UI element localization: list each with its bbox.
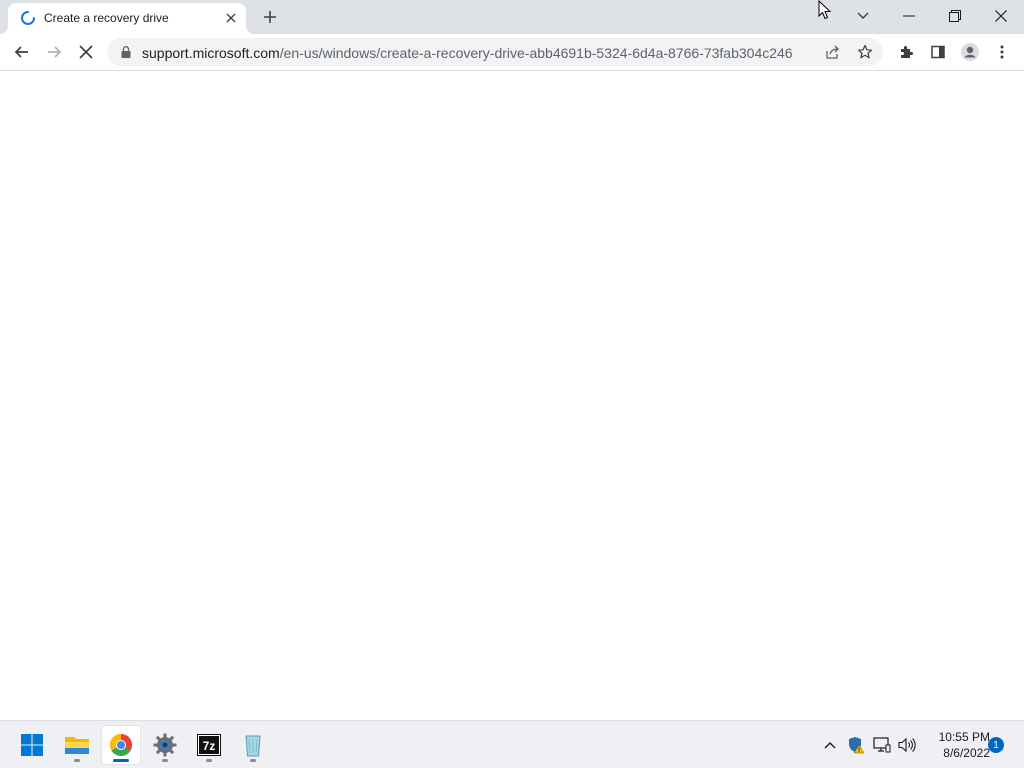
minimize-icon (903, 15, 915, 17)
profile-button[interactable] (956, 38, 984, 66)
extensions-button[interactable] (892, 38, 920, 66)
taskbar-chrome[interactable] (101, 725, 141, 765)
arrow-left-icon (14, 46, 28, 58)
folder-icon (65, 737, 89, 754)
new-tab-button[interactable] (259, 6, 281, 28)
browser-toolbar: support.microsoft.com/en-us/windows/crea… (0, 34, 1024, 71)
side-panel-icon (931, 45, 945, 59)
arrow-right-icon (48, 46, 62, 58)
restore-button[interactable] (932, 0, 978, 32)
7zip-icon: 7z (197, 734, 221, 756)
tab-create-a-recovery-drive[interactable]: Create a recovery drive (8, 3, 246, 34)
windows-security-icon (849, 737, 865, 754)
taskbar-settings[interactable] (145, 725, 185, 765)
running-indicator (250, 759, 256, 762)
close-icon (995, 10, 1007, 22)
mouse-cursor-icon (818, 0, 832, 20)
running-indicator (74, 759, 80, 762)
tab-close-icon[interactable] (222, 9, 240, 27)
taskbar: 7z 10:55 PM 8/6/2022 1 (0, 720, 1024, 768)
running-indicator (206, 759, 212, 762)
url-path: /en-us/windows/create-a-recovery-drive-a… (279, 45, 793, 61)
chrome-menu-button[interactable] (988, 38, 1016, 66)
share-icon (826, 45, 839, 59)
notification-badge[interactable]: 1 (988, 737, 1004, 753)
taskbar-recycle-bin[interactable] (233, 725, 273, 765)
loading-spinner-icon (20, 10, 36, 26)
taskbar-clock[interactable]: 10:55 PM 8/6/2022 (922, 729, 990, 761)
minimize-button[interactable] (886, 0, 932, 32)
forward-button[interactable] (40, 38, 68, 66)
page-content (0, 71, 1024, 720)
volume-tray[interactable] (896, 734, 918, 756)
clock-time: 10:55 PM (938, 730, 990, 744)
profile-icon (961, 43, 979, 61)
stop-loading-button[interactable] (72, 38, 100, 66)
address-bar[interactable]: support.microsoft.com/en-us/windows/crea… (107, 38, 883, 66)
network-tray[interactable] (871, 734, 893, 756)
url-host: support.microsoft.com (142, 45, 280, 61)
url-text[interactable]: support.microsoft.com/en-us/windows/crea… (142, 45, 793, 61)
browser-tab-strip: Create a recovery drive (0, 0, 1024, 34)
taskbar-file-explorer[interactable] (57, 725, 97, 765)
chevron-down-icon (857, 12, 869, 19)
side-panel-button[interactable] (924, 38, 952, 66)
bookmark-button[interactable] (853, 40, 877, 64)
running-indicator (162, 759, 168, 762)
show-hidden-icons-button[interactable] (819, 734, 841, 756)
stop-loading-icon (79, 45, 93, 59)
start-button[interactable] (12, 725, 52, 765)
extensions-icon (901, 46, 913, 58)
clock-date: 8/6/2022 (943, 746, 990, 760)
share-button[interactable] (821, 40, 845, 64)
tab-title: Create a recovery drive (44, 11, 169, 25)
recycle-bin-icon (245, 735, 261, 757)
windows-security-tray[interactable] (845, 734, 867, 756)
tab-search-button[interactable] (840, 0, 886, 32)
chevron-up-icon (824, 742, 836, 749)
close-window-button[interactable] (978, 0, 1024, 32)
network-icon (873, 737, 891, 753)
bookmark-star-icon (857, 44, 873, 59)
windows-start-icon (21, 734, 43, 756)
menu-icon (1000, 45, 1004, 59)
lock-icon[interactable] (119, 45, 133, 59)
settings-gear-icon (153, 733, 177, 757)
back-button[interactable] (8, 38, 36, 66)
restore-icon (949, 10, 961, 22)
chrome-icon (110, 734, 132, 756)
taskbar-7zip[interactable]: 7z (189, 725, 229, 765)
running-indicator (113, 759, 129, 762)
svg-text:7z: 7z (203, 739, 216, 753)
volume-icon (898, 737, 916, 753)
plus-icon (264, 11, 276, 23)
